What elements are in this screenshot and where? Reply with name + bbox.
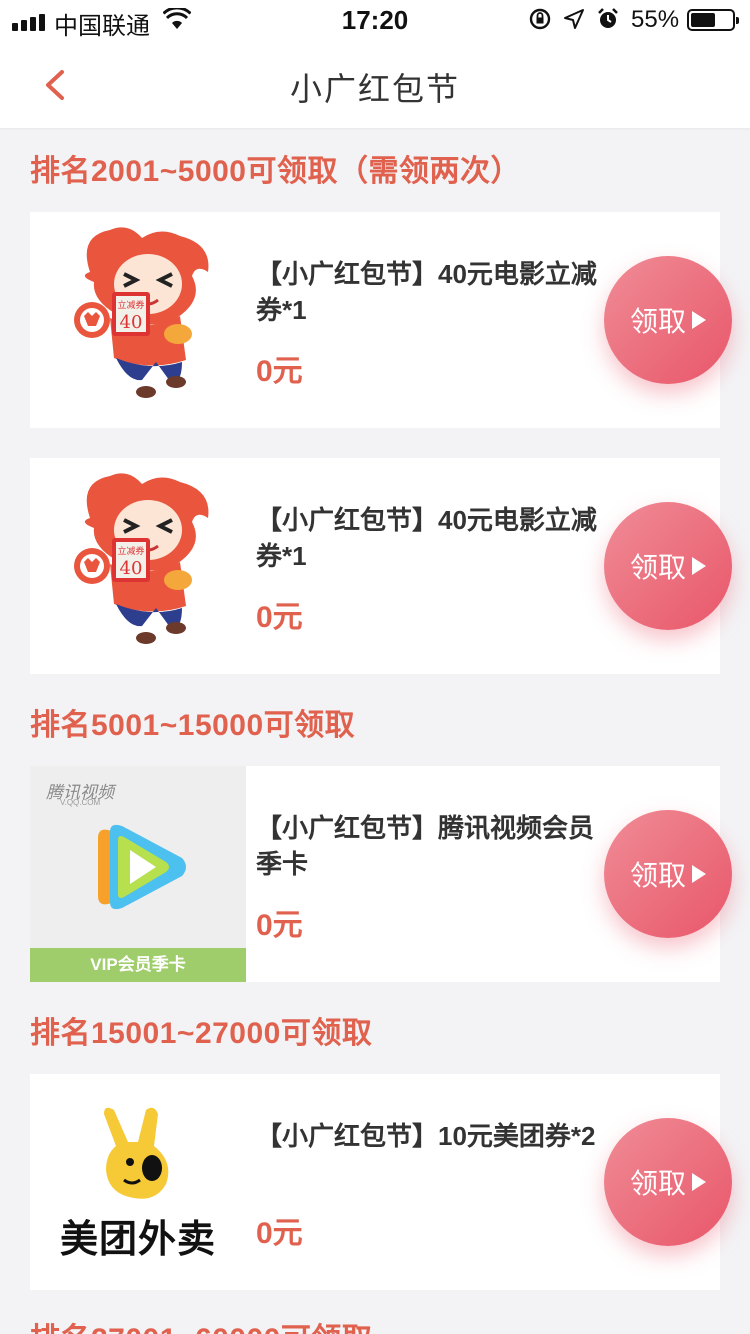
reward-card: 立减券 40 【小广红包节】40元电影立减券*1 0元 领取 bbox=[30, 212, 732, 428]
location-icon bbox=[564, 9, 584, 29]
reward-price: 0元 bbox=[256, 1217, 303, 1250]
badge-value: 40 bbox=[120, 558, 143, 579]
reward-title: 【小广红包节】40元电影立减券*1 bbox=[256, 505, 597, 571]
battery-icon bbox=[687, 9, 739, 31]
section-title: 排名27001~60000可领取 bbox=[30, 1314, 372, 1334]
badge-label: 立减券 bbox=[117, 545, 144, 557]
tencent-url-text: V.QQ.COM bbox=[60, 798, 101, 807]
tencent-play-icon bbox=[98, 824, 186, 910]
play-arrow-icon bbox=[692, 311, 706, 329]
meituan-waimai-text: 美团外卖 bbox=[59, 1219, 216, 1261]
alarm-icon bbox=[598, 8, 618, 28]
badge-value: 40 bbox=[120, 312, 143, 333]
claim-button[interactable]: 领取 bbox=[604, 810, 732, 938]
reward-price: 0元 bbox=[256, 909, 303, 942]
maoyan-mascot-icon: 立减券 40 bbox=[74, 473, 209, 644]
reward-price: 0元 bbox=[256, 601, 303, 634]
play-arrow-icon bbox=[692, 557, 706, 575]
nav-bar: 小广红包节 bbox=[0, 40, 750, 128]
claim-button[interactable]: 领取 bbox=[604, 1118, 732, 1246]
reward-title: 【小广红包节】腾讯视频会员季卡 bbox=[256, 813, 595, 879]
section-title: 排名5001~15000可领取 bbox=[30, 709, 356, 742]
section-title: 排名15001~27000可领取 bbox=[30, 1017, 373, 1050]
reward-price: 0元 bbox=[256, 355, 303, 388]
claim-button[interactable]: 领取 bbox=[604, 502, 732, 630]
battery-percent: 55% bbox=[631, 6, 680, 33]
badge-label: 立减券 bbox=[117, 299, 144, 311]
claim-button-label: 领取 bbox=[629, 552, 686, 583]
reward-title: 【小广红包节】40元电影立减券*1 bbox=[256, 259, 597, 325]
reward-title: 【小广红包节】10元美团券*2 bbox=[256, 1121, 596, 1151]
page-title: 小广红包节 bbox=[289, 71, 460, 107]
kangaroo-icon bbox=[104, 1107, 169, 1199]
meituan-waimai-logo: 美团外卖 bbox=[30, 1074, 246, 1290]
tencent-video-logo: 腾讯视频 V.QQ.COM VIP会员季卡 bbox=[30, 766, 246, 982]
reward-card: 美团外卖 【小广红包节】10元美团券*2 0元 领取 bbox=[30, 1074, 732, 1290]
reward-card: 立减券 40 【小广红包节】40元电影立减券*1 0元 领取 bbox=[30, 458, 732, 674]
status-bar: 中国联通 17:20 55% bbox=[0, 0, 750, 40]
claim-button-label: 领取 bbox=[629, 306, 686, 337]
claim-button-label: 领取 bbox=[629, 1168, 686, 1199]
maoyan-mascot-icon: 立减券 40 bbox=[74, 227, 209, 398]
section-title: 排名2001~5000可领取（需领两次） bbox=[30, 155, 521, 188]
claim-button[interactable]: 领取 bbox=[604, 256, 732, 384]
play-arrow-icon bbox=[692, 1173, 706, 1191]
play-arrow-icon bbox=[692, 865, 706, 883]
reward-card: 腾讯视频 V.QQ.COM VIP会员季卡 【小广红包节】腾讯视频会员季卡 0元… bbox=[30, 766, 732, 982]
orientation-lock-icon bbox=[529, 8, 551, 30]
vip-strip: VIP会员季卡 bbox=[30, 948, 246, 982]
claim-button-label: 领取 bbox=[629, 860, 686, 891]
